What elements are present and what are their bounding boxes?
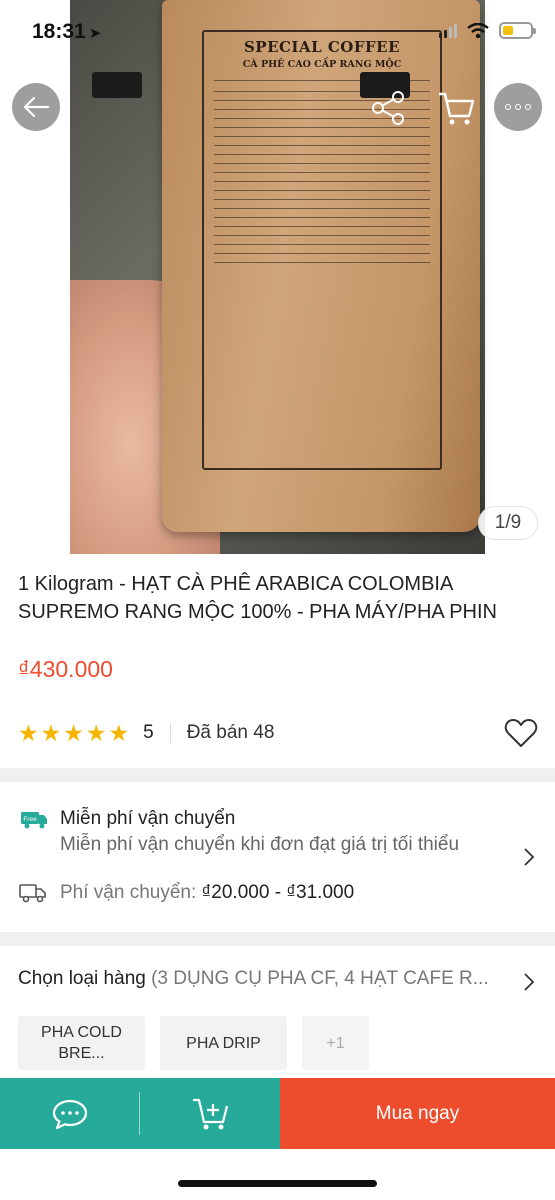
variation-label: Chọn loại hàng <box>18 968 146 989</box>
more-variations-button[interactable]: +1 <box>302 1016 369 1070</box>
bottom-action-bar: Mua ngay <box>0 1078 555 1149</box>
rating-value: 5 <box>143 722 154 743</box>
status-bar: 18:31 ➤ <box>0 0 555 62</box>
star-icon: ★ <box>108 719 130 746</box>
cart-icon[interactable] <box>436 88 476 128</box>
free-shipping-subtitle: Miễn phí vận chuyển khi đơn đạt giá trị … <box>60 834 460 855</box>
chevron-right-icon <box>524 848 535 866</box>
select-variation-row[interactable]: Chọn loại hàng (3 DỤNG CỤ PHA CF, 4 HẠT … <box>18 968 538 996</box>
dot-icon <box>525 104 531 110</box>
star-icon: ★ <box>18 719 39 746</box>
status-time: 18:31 ➤ <box>32 20 102 43</box>
location-arrow-icon: ➤ <box>88 25 102 42</box>
divider <box>169 723 171 743</box>
variation-options: PHA COLD BRE... PHA DRIP +1 <box>18 1016 369 1070</box>
chat-button[interactable] <box>0 1078 140 1149</box>
product-photo: SPECIAL COFFEE CÀ PHÊ CAO CẤP RANG MỘC <box>70 0 485 554</box>
star-icon: ★ <box>63 719 84 746</box>
add-to-cart-button[interactable] <box>140 1078 280 1149</box>
signal-icon <box>439 23 457 38</box>
wifi-icon <box>467 22 489 38</box>
shipping-fee-row: Phí vận chuyển: ₫20.000 - ₫31.000 <box>60 882 354 904</box>
truck-icon <box>19 884 46 903</box>
dot-icon <box>505 104 511 110</box>
free-shipping-icon: Free <box>21 812 47 829</box>
section-divider <box>0 768 555 782</box>
heart-icon[interactable] <box>504 718 538 748</box>
free-shipping-title: Miễn phí vận chuyển <box>60 808 236 829</box>
chevron-right-icon[interactable] <box>522 971 536 993</box>
free-badge-text: Free <box>23 816 37 823</box>
star-icon: ★ <box>40 719 62 746</box>
battery-icon <box>499 22 536 39</box>
arrow-left-icon <box>23 96 50 118</box>
buy-now-button[interactable]: Mua ngay <box>280 1078 555 1149</box>
product-image-gallery[interactable]: SPECIAL COFFEE CÀ PHÊ CAO CẤP RANG MỘC 1… <box>0 0 555 554</box>
more-options-button[interactable] <box>494 83 542 131</box>
image-counter: 1/9 <box>478 506 538 540</box>
bag-clip <box>92 72 142 98</box>
share-icon[interactable] <box>370 90 406 126</box>
variation-option[interactable]: PHA DRIP <box>160 1016 287 1070</box>
back-button[interactable] <box>12 83 60 131</box>
rating-stars: ★ ★ ★ ★ ★ <box>18 719 130 746</box>
variation-summary: (3 DỤNG CỤ PHA CF, 4 HẠT CAFE R... <box>151 968 489 989</box>
rating-row: ★ ★ ★ ★ ★ 5 Đã bán 48 <box>18 718 538 748</box>
chat-icon <box>52 1099 88 1129</box>
star-icon: ★ <box>85 719 107 746</box>
shipping-fee-label: Phí vận chuyển: <box>60 882 197 903</box>
shipping-fee-value: ₫20.000 - ₫31.000 <box>201 882 355 903</box>
home-indicator <box>178 1180 377 1187</box>
add-to-cart-icon <box>193 1098 229 1129</box>
section-divider <box>0 932 555 946</box>
variation-option[interactable]: PHA COLD BRE... <box>18 1016 145 1070</box>
sold-count: Đã bán 48 <box>186 722 275 743</box>
dot-icon <box>515 104 521 110</box>
product-title: 1 Kilogram - HẠT CÀ PHÊ ARABICA COLOMBIA… <box>18 573 497 623</box>
product-price: ₫430.000 <box>18 656 113 682</box>
